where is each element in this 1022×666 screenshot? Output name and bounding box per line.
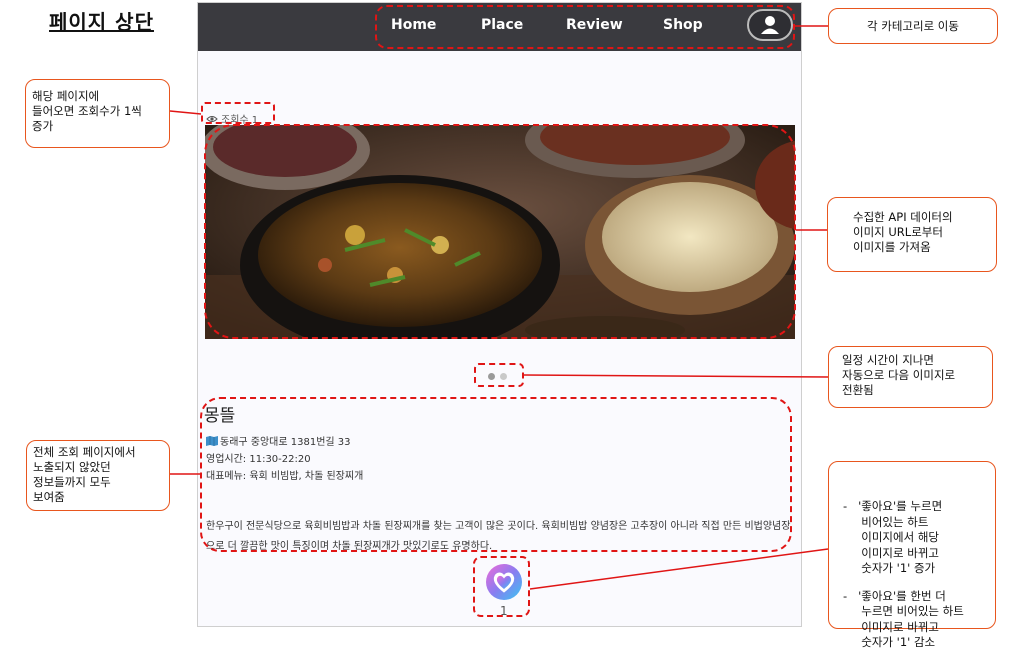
callout-details: 전체 조회 페이지에서 노출되지 않았던 정보들까지 모두 보여줌: [26, 440, 170, 511]
callout-image: 수집한 API 데이터의 이미지 URL로부터 이미지를 가져옴: [827, 197, 997, 272]
callout-carousel: 일정 시간이 지나면 자동으로 다음 이미지로 전환됨: [828, 346, 993, 408]
callout-like: - '좋아요'를 누르면 비어있는 하트 이미지에서 해당 이미지로 바뀌고 숫…: [828, 461, 996, 649]
callout-views: 해당 페이지에 들어오면 조회수가 1씩 증가: [25, 79, 170, 148]
callout-nav: 각 카테고리로 이동: [828, 8, 998, 44]
